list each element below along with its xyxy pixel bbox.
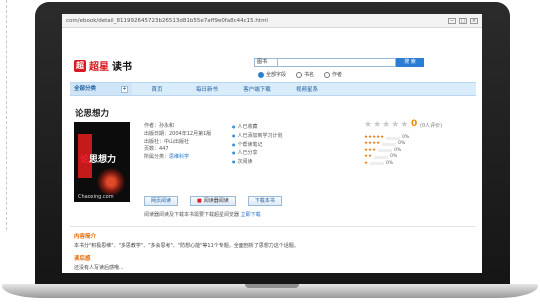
book-title: 论思想力: [75, 109, 110, 119]
laptop-notch: [245, 284, 299, 288]
cover-graphic: [96, 168, 126, 196]
maximize-icon[interactable]: □: [459, 17, 467, 24]
site-logo[interactable]: 超 超星 读书: [74, 58, 132, 73]
stat-favorites: 人已收藏: [232, 123, 283, 132]
download-notice: 阅读器阅读及下载本书需要下载超星阅览器 立即下载: [144, 211, 261, 218]
scope-title-radio[interactable]: 书名: [296, 71, 314, 78]
scope-author-radio[interactable]: 作者: [324, 71, 342, 78]
meta-category: 所属分类：思维科学: [144, 154, 211, 162]
nav-item-client-download[interactable]: 客户端下载: [232, 85, 282, 93]
cover-brand: Chaoxing.com: [78, 194, 114, 200]
minimize-icon[interactable]: −: [448, 17, 456, 24]
meta-publish-date: 出版日期：2004年12月第1版: [144, 130, 212, 137]
window-controls: − □ ×: [448, 17, 478, 24]
divider: [70, 226, 476, 227]
rating-score: 0: [411, 119, 418, 129]
search-scope-options: 全部字段 书名 作者: [258, 71, 342, 78]
stat-shares: 人已分享: [232, 149, 283, 158]
stat-notes: 个帮读笔记: [232, 141, 283, 150]
nav-item-video[interactable]: 视频星系: [282, 85, 332, 93]
expand-icon[interactable]: +: [121, 85, 128, 93]
search-category-select[interactable]: 图书: [254, 58, 278, 67]
nav-item-new-books[interactable]: 每日新书: [182, 85, 232, 93]
stat-study-plan: 人已添加到学习计划: [232, 132, 283, 141]
search-bar: 图书 搜 索: [254, 58, 424, 67]
notice-download-link[interactable]: 立即下载: [241, 212, 261, 218]
all-categories-menu[interactable]: 全部分类 +: [70, 83, 132, 95]
rating-distribution: ★★★★★ 0% ★★★★ 0% ★★★ 0% ★★ 0% ★ 0%: [364, 135, 409, 167]
meta-author: 作者：孙永和: [144, 123, 175, 129]
read-online-button[interactable]: 网页阅读: [144, 196, 179, 206]
search-input[interactable]: [278, 58, 396, 67]
meta-category-link[interactable]: 思维科学: [169, 154, 189, 160]
star-icon[interactable]: ★: [391, 120, 399, 130]
logo-brand: 超星: [89, 62, 109, 73]
browser-url-bar[interactable]: com/ebook/detail_811992645723b26513d81b5…: [62, 14, 482, 28]
search-button[interactable]: 搜 索: [396, 58, 424, 67]
book-stats: 人已收藏 人已添加到学习计划 个帮读笔记 人已分享 次阅读: [232, 123, 283, 167]
logo-sub: 读书: [112, 62, 132, 73]
main-nav: 全部分类 + 首页 每日新书 客户端下载 视频星系: [70, 82, 476, 96]
book-cover[interactable]: 论思想力 Chaoxing.com: [74, 122, 130, 202]
dashed-divider: [6, 0, 7, 230]
scope-all-fields-radio[interactable]: 全部字段: [258, 71, 286, 78]
download-button[interactable]: 下载本书: [247, 196, 282, 206]
rating-summary: ★ ★ ★ ★ ★ 0 (0人评价): [364, 119, 442, 130]
star-icon[interactable]: ★: [364, 120, 372, 130]
book-meta: 作者：孙永和 出版日期：2004年12月第1版 出版社：中山出版社 页数：447…: [144, 123, 211, 162]
intro-text: 本书分"积极思维"、"多思教学"、"多会思考"、"防想心能"等11个专题，全面剖…: [74, 243, 299, 249]
intro-heading: 内容简介: [74, 234, 97, 240]
laptop-base: [2, 284, 538, 298]
screen: com/ebook/detail_811992645723b26513d81b5…: [62, 14, 482, 273]
reader-read-button[interactable]: 阅读器阅读: [190, 196, 236, 206]
logo-mark-icon: 超: [74, 59, 86, 72]
cover-title: 论思想力: [80, 152, 116, 165]
cover-title-part1: 论: [80, 155, 90, 165]
url-text[interactable]: com/ebook/detail_811992645723b26513d81b5…: [66, 18, 448, 24]
rating-count: (0人评价): [420, 123, 443, 129]
cover-title-part2: 思想力: [89, 155, 117, 165]
rating-stars[interactable]: ★ ★ ★ ★ ★: [364, 120, 408, 130]
close-icon[interactable]: ×: [470, 17, 478, 24]
review-heading: 读后感: [74, 256, 91, 262]
book-actions: 网页阅读 阅读器阅读 下载本书: [144, 196, 282, 206]
nav-item-home[interactable]: 首页: [132, 85, 182, 93]
star-icon[interactable]: ★: [373, 120, 381, 130]
review-text: 还没有人写读后感哦...: [74, 265, 124, 271]
notice-text: 阅读器阅读及下载本书需要下载超星阅览器: [144, 212, 241, 218]
rating-row: ★ 0%: [364, 160, 394, 166]
meta-category-label: 所属分类：: [144, 154, 170, 161]
all-categories-label: 全部分类: [74, 86, 97, 92]
scene: com/ebook/detail_811992645723b26513d81b5…: [0, 0, 540, 305]
star-icon[interactable]: ★: [382, 120, 390, 130]
star-icon[interactable]: ★: [400, 120, 408, 130]
stat-reads: 次阅读: [232, 158, 283, 167]
